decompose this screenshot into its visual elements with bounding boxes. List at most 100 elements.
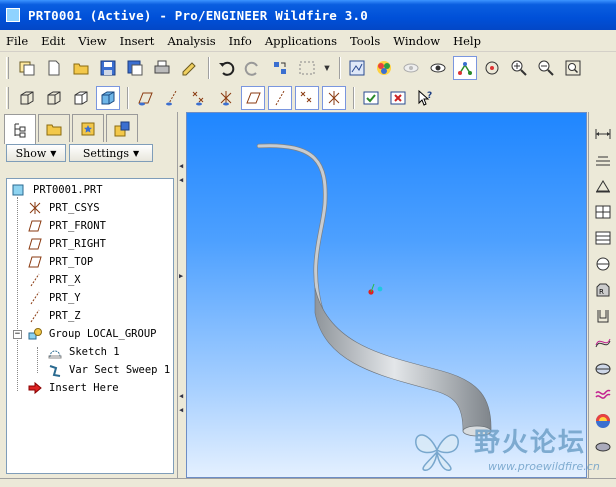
weld-symbol-icon[interactable]: R <box>591 278 615 302</box>
tree-buttons: Show ▼ Settings ▼ <box>6 144 156 162</box>
tree-item-part[interactable]: PRT0001.PRT <box>11 181 103 199</box>
app-icon <box>6 8 20 22</box>
panel-splitter[interactable]: ◀ ◀ ▶ ◀ ◀ <box>177 112 185 478</box>
menu-edit[interactable]: Edit <box>41 34 65 48</box>
tab-connections[interactable] <box>106 114 138 142</box>
tree-item-x[interactable]: PRT_X <box>27 271 81 289</box>
dimension-icon[interactable] <box>591 122 615 146</box>
collapse-left-icon[interactable]: ◀ <box>179 406 183 414</box>
tree-item-label: PRT_Y <box>49 292 81 304</box>
menu-analysis[interactable]: Analysis <box>167 34 215 48</box>
undo-icon[interactable] <box>214 56 238 80</box>
zoom-in-icon[interactable] <box>507 56 531 80</box>
tree-item-z[interactable]: PRT_Z <box>27 307 81 325</box>
window-title: PRT0001 (Active) - Pro/ENGINEER Wildfire… <box>28 7 368 23</box>
svg-text:?: ? <box>427 91 432 101</box>
no-hidden-icon[interactable] <box>69 86 93 110</box>
tab-favorites[interactable] <box>72 114 104 142</box>
toolbar-separator <box>339 57 341 79</box>
menu-file[interactable]: File <box>6 34 28 48</box>
eye-icon[interactable] <box>426 56 450 80</box>
datum-display-icon[interactable] <box>453 56 477 80</box>
datum-plane-icon <box>27 218 43 234</box>
csys-toggle-icon[interactable] <box>214 86 238 110</box>
save-copy-icon[interactable] <box>123 56 147 80</box>
swept-tube-body[interactable] <box>314 287 492 432</box>
view-manager-icon[interactable] <box>345 56 369 80</box>
ref-dimension-icon[interactable] <box>591 148 615 172</box>
tree-item-top[interactable]: PRT_TOP <box>27 253 93 271</box>
expand-right-icon[interactable]: ▶ <box>179 272 183 280</box>
toolbar-grip[interactable] <box>6 87 9 109</box>
tree-item-front[interactable]: PRT_FRONT <box>27 217 106 235</box>
new-file-icon[interactable] <box>42 56 66 80</box>
surface-analysis-icon[interactable] <box>591 356 615 380</box>
tab-model-tree[interactable] <box>4 114 36 144</box>
csys-tag-icon[interactable] <box>322 86 346 110</box>
datum-plane-toggle-icon[interactable] <box>133 86 157 110</box>
menu-info[interactable]: Info <box>229 34 252 48</box>
context-help-icon[interactable]: ? <box>413 86 437 110</box>
menu-view[interactable]: View <box>78 34 106 48</box>
cancel-x-icon[interactable] <box>386 86 410 110</box>
menu-help[interactable]: Help <box>453 34 481 48</box>
select-dropdown-icon[interactable]: ▾ <box>322 56 332 80</box>
tree-item-label: PRT_RIGHT <box>49 238 106 250</box>
navigator-panel: Show ▼ Settings ▼ PRT0001.PRT PRT_CSYS PRT… <box>0 112 180 478</box>
tab-folder-browser[interactable] <box>38 114 70 142</box>
tree-item-sweep[interactable]: Var Sect Sweep 1 <box>47 361 170 379</box>
wireframe-icon[interactable] <box>15 86 39 110</box>
toolbar-grip[interactable] <box>6 57 9 79</box>
ok-check-icon[interactable] <box>359 86 383 110</box>
eye-dim-icon[interactable] <box>399 56 423 80</box>
datum-axis-toggle-icon[interactable] <box>160 86 184 110</box>
hidden-line-icon[interactable] <box>42 86 66 110</box>
menu-window[interactable]: Window <box>393 34 440 48</box>
bracket-icon[interactable] <box>591 304 615 328</box>
settings-button[interactable]: Settings ▼ <box>69 144 153 162</box>
select-box-icon[interactable] <box>295 56 319 80</box>
collapse-left-icon[interactable]: ◀ <box>179 392 183 400</box>
save-icon[interactable] <box>96 56 120 80</box>
refit-icon[interactable] <box>561 56 585 80</box>
tree-item-csys[interactable]: PRT_CSYS <box>27 199 100 217</box>
display-toolbar: ? <box>0 83 616 113</box>
surface-finish-icon[interactable] <box>591 252 615 276</box>
tree-item-y[interactable]: PRT_Y <box>27 289 81 307</box>
show-label: Show <box>15 146 47 160</box>
collapse-left-icon[interactable]: ◀ <box>179 162 183 170</box>
redo-icon[interactable] <box>241 56 265 80</box>
datum-point-toggle-icon[interactable] <box>187 86 211 110</box>
table-icon[interactable] <box>591 200 615 224</box>
regenerate-icon[interactable] <box>268 56 292 80</box>
email-icon[interactable] <box>177 56 201 80</box>
datum-target-icon[interactable] <box>591 226 615 250</box>
curve-analysis-icon[interactable] <box>591 330 615 354</box>
toolbar-separator <box>208 57 210 79</box>
appearance-icon[interactable] <box>372 56 396 80</box>
geometric-tolerance-icon[interactable] <box>591 174 615 198</box>
show-button[interactable]: Show ▼ <box>6 144 66 162</box>
menu-insert[interactable]: Insert <box>120 34 155 48</box>
new-window-icon[interactable] <box>15 56 39 80</box>
shaded-icon[interactable] <box>96 86 120 110</box>
tree-item-sketch[interactable]: Sketch 1 <box>47 343 120 361</box>
datum-axis-icon <box>27 308 43 324</box>
tree-item-label: Insert Here <box>49 382 119 394</box>
wave-curve-icon[interactable] <box>591 382 615 406</box>
collapse-toggle[interactable]: − <box>13 330 22 339</box>
axis-tag-icon[interactable] <box>268 86 292 110</box>
collapse-left-icon[interactable]: ◀ <box>179 176 183 184</box>
menu-tools[interactable]: Tools <box>350 34 380 48</box>
open-folder-icon[interactable] <box>69 56 93 80</box>
spin-center-icon[interactable] <box>480 56 504 80</box>
datum-plane-icon <box>27 236 43 252</box>
tree-item-right[interactable]: PRT_RIGHT <box>27 235 106 253</box>
print-icon[interactable] <box>150 56 174 80</box>
plane-tag-icon[interactable] <box>241 86 265 110</box>
menu-applications[interactable]: Applications <box>265 34 337 48</box>
tree-item-group[interactable]: Group LOCAL_GROUP <box>27 325 156 343</box>
tree-item-insert-here[interactable]: Insert Here <box>27 379 119 397</box>
point-tag-icon[interactable] <box>295 86 319 110</box>
zoom-out-icon[interactable] <box>534 56 558 80</box>
